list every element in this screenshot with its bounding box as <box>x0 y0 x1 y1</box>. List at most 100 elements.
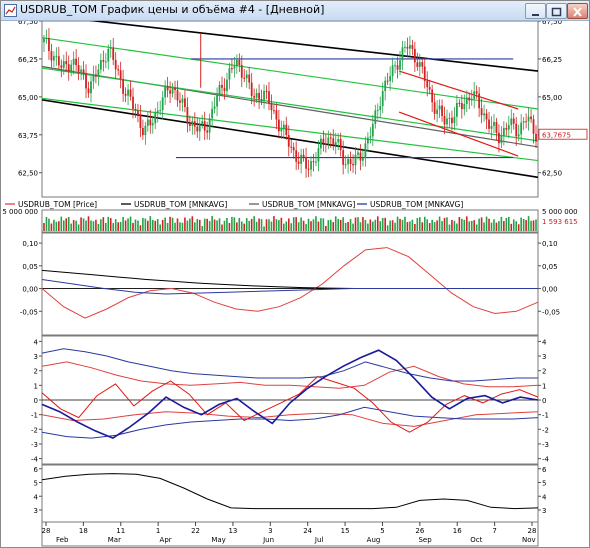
candle-body <box>55 56 58 58</box>
price-axis-label-right: 66,25 <box>542 56 562 64</box>
osc2-axis-label-right: -3 <box>542 441 549 449</box>
price-legend: USDRUB_TOM [Price] USDRUB_TOM [MNKAVG] USD… <box>5 200 463 209</box>
candle-body <box>228 68 231 80</box>
candle-body <box>107 48 110 62</box>
volume-bar <box>65 218 68 231</box>
x-month-label: Feb <box>56 536 69 544</box>
candle-body <box>399 60 401 70</box>
volume-bar <box>77 224 80 231</box>
volume-bar <box>70 223 72 231</box>
candle-body <box>376 109 379 111</box>
x-month-label: Nov <box>522 536 536 544</box>
volume-bar <box>463 219 466 231</box>
price-axis-label-left: 66,25 <box>18 56 38 64</box>
volume-bar <box>287 218 290 231</box>
volume-bar <box>418 217 421 231</box>
candle-body <box>127 89 129 96</box>
candle-body <box>70 64 73 72</box>
volume-bar <box>384 217 386 231</box>
candle-body <box>317 148 320 162</box>
candle-body <box>329 137 332 139</box>
close-button[interactable] <box>567 3 588 19</box>
candle-body <box>221 84 223 88</box>
volume-bar <box>216 220 218 231</box>
volume-bar <box>233 217 236 231</box>
volume-last-label: 1 593 615 <box>542 218 578 226</box>
candle-body <box>315 161 317 163</box>
candle-body <box>431 89 434 103</box>
candle-body <box>470 98 473 101</box>
volume-bar <box>517 224 520 231</box>
candle-body <box>535 133 537 142</box>
volume-bar <box>369 219 372 231</box>
osc2-axis-label-left: -1 <box>31 412 38 420</box>
candle-body <box>512 118 515 124</box>
candle-body <box>208 118 211 133</box>
candle-body <box>342 150 345 165</box>
candle-body <box>396 65 399 70</box>
minimize-button[interactable] <box>525 3 546 19</box>
osc2-axis-label-left: 2 <box>34 368 38 376</box>
candle-body <box>312 161 315 163</box>
volume-bar <box>226 217 228 231</box>
volume-bar <box>406 222 409 231</box>
candle-body <box>92 74 95 82</box>
x-month-label: Mar <box>108 536 121 544</box>
candle-body <box>287 134 290 147</box>
volume-bar <box>396 216 399 231</box>
volume-bar <box>245 218 248 231</box>
volume-bar <box>208 221 211 231</box>
volume-bar <box>376 216 379 231</box>
candle-body <box>389 76 392 82</box>
candle-body <box>216 95 218 107</box>
volume-bar <box>488 218 490 231</box>
candle-body <box>300 154 303 164</box>
candle-body <box>171 87 174 94</box>
volume-bar <box>325 225 327 231</box>
title-bar[interactable]: USDRUB_TOM График цены и объёма #4 - [Дн… <box>1 1 589 21</box>
candle-body <box>324 143 327 145</box>
volume-bar <box>347 222 349 231</box>
volume-bar <box>354 217 357 231</box>
volume-bar <box>278 220 280 231</box>
candle-body <box>196 126 199 132</box>
candle-body <box>193 121 196 127</box>
volume-bar <box>473 220 475 231</box>
candle-body <box>386 80 389 82</box>
volume-bar <box>495 222 498 231</box>
candle-body <box>240 65 243 78</box>
volume-bar <box>255 221 258 231</box>
volume-bar <box>305 224 307 231</box>
osc2-axis-label-left: 4 <box>34 338 39 346</box>
volume-bar <box>339 219 342 231</box>
volume-bar <box>465 216 468 231</box>
volume-bar <box>151 220 154 231</box>
volume-bar <box>144 218 147 231</box>
maximize-button[interactable] <box>546 3 567 19</box>
osc2-axis-label-left: -3 <box>31 441 38 449</box>
candle-body <box>124 93 127 96</box>
volume-bar <box>461 218 463 231</box>
volume-bar <box>283 223 285 231</box>
volume-bar <box>75 220 77 231</box>
osc3-axis-label-left: 6 <box>34 466 39 474</box>
volume-bar <box>394 222 396 231</box>
volume-bar <box>391 220 394 231</box>
candle-body <box>141 128 144 136</box>
volume-bar <box>448 224 451 231</box>
volume-bar <box>436 220 438 231</box>
candle-body <box>43 38 45 43</box>
candle-body <box>307 168 310 170</box>
volume-bar <box>478 218 480 231</box>
candle-body <box>268 91 270 104</box>
candle-body <box>80 69 82 72</box>
volume-bar <box>238 217 241 231</box>
chart-area[interactable]: 67,5067,5066,2566,2565,0065,0063,7563,75… <box>1 21 589 547</box>
volume-bar <box>344 222 347 231</box>
candle-body <box>463 104 466 110</box>
volume-bar <box>433 222 436 231</box>
candle-body <box>495 121 498 133</box>
candle-body <box>436 109 439 114</box>
candle-body <box>379 106 382 110</box>
candle-body <box>337 139 340 143</box>
